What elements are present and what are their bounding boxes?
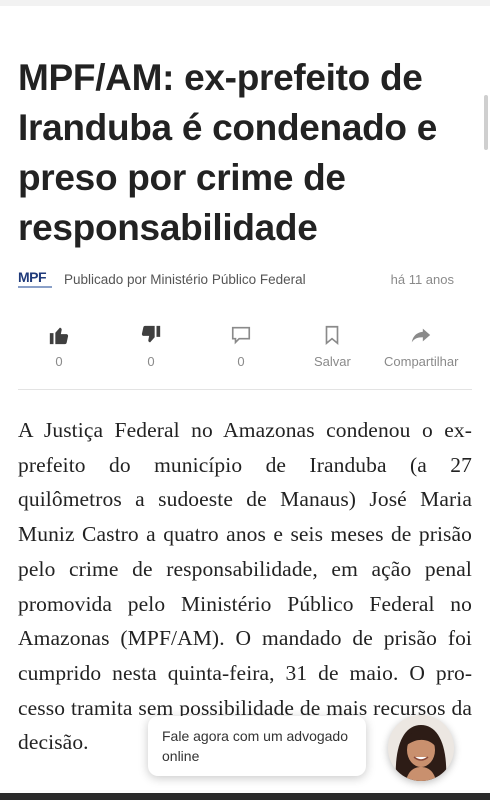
share-label: Compartilhar — [384, 354, 459, 369]
mpf-logo-underline — [18, 286, 52, 288]
comment-count: 0 — [237, 354, 245, 369]
save-button[interactable]: Salvar — [314, 322, 351, 369]
chat-popup[interactable]: Fale agora com um advogado online — [148, 716, 366, 776]
article-body: A Justiça Federal no Amazonas condenou o… — [18, 418, 472, 755]
mpf-logo[interactable]: MPF — [18, 268, 56, 290]
scrollbar[interactable] — [484, 95, 488, 150]
byline: MPF Publicado por Ministério Público Fed… — [18, 266, 458, 292]
thumbs-up-icon — [48, 322, 70, 348]
mpf-logo-text: MPF — [18, 269, 47, 285]
comment-icon — [230, 322, 252, 348]
lawyer-avatar[interactable] — [388, 715, 454, 781]
share-button[interactable]: Compartilhar — [384, 322, 458, 369]
top-edge — [0, 0, 490, 6]
chat-message: Fale agora com um advogado online — [162, 728, 348, 764]
bottom-bar — [0, 793, 490, 800]
share-arrow-icon — [410, 322, 432, 348]
thumbs-down-icon — [140, 322, 162, 348]
bookmark-icon — [322, 322, 342, 348]
divider — [18, 389, 472, 390]
publish-time: há 11 anos — [390, 271, 454, 287]
like-button[interactable]: 0 — [48, 322, 70, 369]
article-actions: 0 0 0 Salvar Compartilhar — [18, 322, 478, 382]
article-title: MPF/AM: ex-prefeito de Iranduba é conden… — [18, 57, 437, 248]
save-label: Salvar — [314, 354, 351, 369]
like-count: 0 — [55, 354, 63, 369]
dislike-count: 0 — [147, 354, 155, 369]
comment-button[interactable]: 0 — [230, 322, 252, 369]
avatar-illustration — [388, 715, 454, 781]
dislike-button[interactable]: 0 — [140, 322, 162, 369]
published-by[interactable]: Publicado por Ministério Público Federal — [64, 272, 306, 287]
